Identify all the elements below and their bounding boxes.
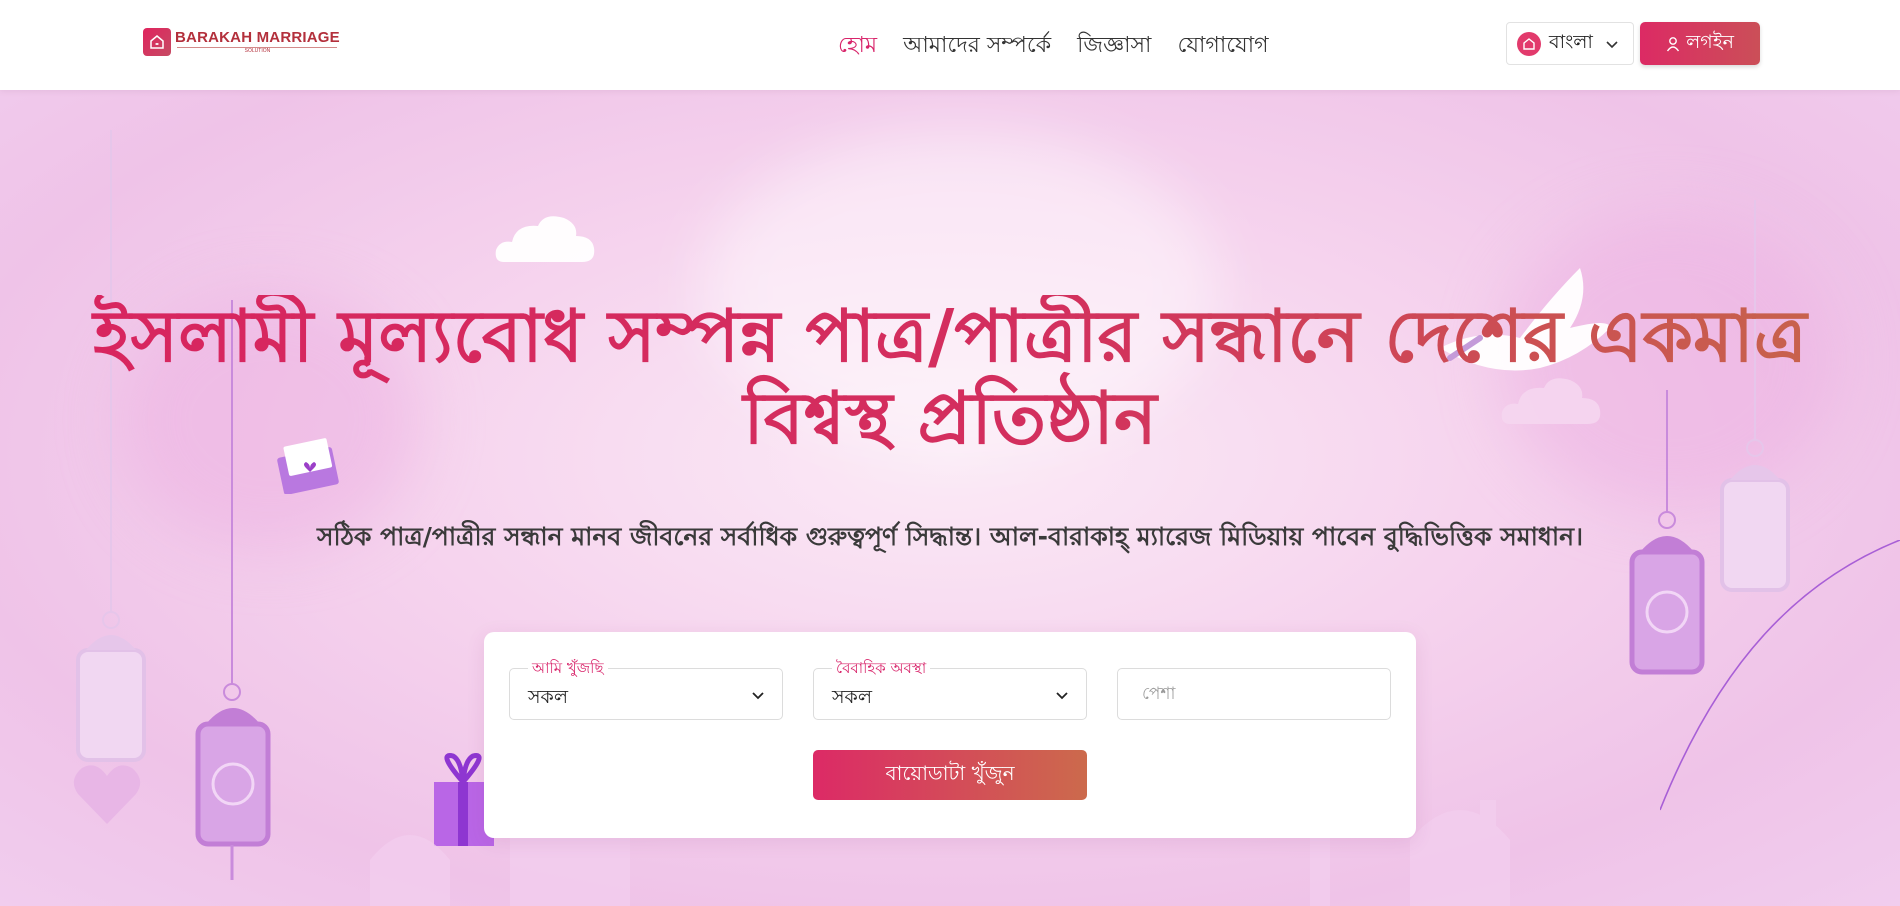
looking-for-label: আমি খুঁজছি <box>528 657 608 682</box>
looking-for-select[interactable]: আমি খুঁজছি সকল <box>509 657 783 720</box>
language-select[interactable]: বাংলা <box>1506 22 1634 65</box>
profession-field <box>1117 668 1391 720</box>
chevron-down-icon <box>752 692 764 700</box>
chevron-down-icon <box>1056 692 1068 700</box>
language-label: বাংলা <box>1549 30 1593 53</box>
curve-decoration <box>1660 540 1900 811</box>
marital-status-label: বৈবাহিক অবস্থা <box>832 657 931 682</box>
main-nav: হোম আমাদের সম্পর্কে জিজ্ঞাসা যোগাযোগ <box>838 28 1295 65</box>
search-biodata-button[interactable]: বায়োডাটা খুঁজুন <box>813 750 1087 800</box>
login-button[interactable]: লগইন <box>1640 22 1760 65</box>
nav-item-faq[interactable]: জিজ্ঞাসা <box>1077 28 1151 65</box>
site-header: BARAKAH MARRIAGE SOLUTION হোম আমাদের সম্… <box>0 0 1900 90</box>
site-logo[interactable]: BARAKAH MARRIAGE SOLUTION <box>143 28 340 56</box>
lantern-decoration <box>76 130 146 762</box>
hero-title: ইসলামী মূল্যবোধ সম্পন্ন পাত্র/পাত্রীর সন… <box>0 295 1900 459</box>
nav-item-about[interactable]: আমাদের সম্পর্কে <box>903 28 1051 65</box>
logo-house-icon <box>143 28 171 56</box>
heart-decoration <box>73 765 141 824</box>
hero-title-line2: বিশ্বস্থ প্রতিষ্ঠান <box>743 376 1157 460</box>
biodata-search-card: আমি খুঁজছি সকল বৈবাহিক অবস্থা সকল বায়োড… <box>484 632 1416 838</box>
logo-name: BARAKAH MARRIAGE <box>175 29 340 46</box>
language-globe-icon <box>1517 31 1541 56</box>
chevron-down-icon <box>1606 41 1618 49</box>
profession-input[interactable] <box>1118 669 1390 719</box>
hero-subtitle: সঠিক পাত্র/পাত্রীর সন্ধান মানব জীবনের সর… <box>316 522 1584 551</box>
nav-item-contact[interactable]: যোগাযোগ <box>1177 28 1268 65</box>
marital-status-value: সকল <box>832 686 873 708</box>
hero-title-line1: ইসলামী মূল্যবোধ সম্পন্ন পাত্র/পাত্রীর সন… <box>93 294 1807 378</box>
looking-for-value: সকল <box>528 686 569 708</box>
user-icon <box>1667 36 1680 51</box>
hero-section: ইসলামী মূল্যবোধ সম্পন্ন পাত্র/পাত্রীর সন… <box>0 90 1900 906</box>
nav-item-home[interactable]: হোম <box>838 28 877 65</box>
logo-subtitle: SOLUTION <box>177 47 338 54</box>
cloud-decoration <box>495 216 595 262</box>
login-label: লগইন <box>1686 30 1734 53</box>
marital-status-select[interactable]: বৈবাহিক অবস্থা সকল <box>813 657 1087 720</box>
